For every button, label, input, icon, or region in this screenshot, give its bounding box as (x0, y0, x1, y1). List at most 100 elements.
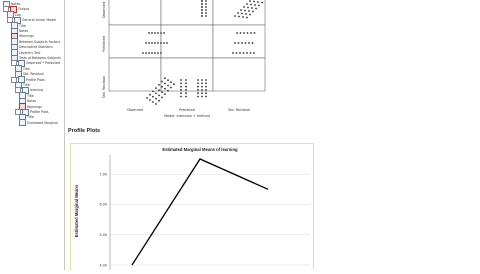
matrix-point (145, 42, 147, 44)
matrix-cell (160, 24, 214, 59)
matrix-cell (212, 0, 266, 26)
matrix-point (254, 4, 256, 6)
matrix-point (197, 79, 199, 81)
matrix-point (185, 92, 187, 95)
matrix-point (246, 16, 248, 19)
matrix-cell (160, 57, 214, 92)
matrix-point (180, 92, 182, 95)
matrix-point (160, 42, 162, 44)
matrix-point (151, 42, 153, 44)
matrix-point (205, 12, 207, 14)
matrix-point (161, 80, 163, 83)
matrix-point (148, 42, 150, 44)
matrix-point (249, 0, 251, 2)
matrix-row-label: Predicted (102, 36, 106, 52)
matrix-point (205, 85, 207, 88)
chart-title: Estimated Marginal Means of learning (162, 147, 238, 152)
matrix-point (205, 92, 207, 95)
matrix-row-label: Std. Residual (102, 76, 106, 98)
matrix-point (239, 32, 242, 34)
y-tick-label: 7.00 (99, 172, 107, 176)
matrix-point (201, 6, 203, 8)
matrix-point (244, 42, 247, 44)
matrix-point (234, 42, 236, 44)
matrix-point (242, 16, 244, 18)
matrix-point (185, 82, 187, 85)
matrix-point (205, 95, 207, 98)
matrix-point (253, 52, 255, 54)
matrix-point (148, 32, 150, 34)
matrix-point (201, 82, 203, 85)
matrix-point (167, 89, 169, 92)
matrix-point (185, 89, 187, 91)
matrix-point (152, 90, 154, 93)
matrix-point (197, 82, 199, 85)
y-axis-label: Estimated Marginal Means (74, 184, 79, 237)
matrix-point (250, 3, 252, 6)
matrix-point (232, 52, 234, 54)
matrix-point (258, 4, 260, 7)
matrix-point (246, 3, 248, 5)
matrix-point (246, 32, 249, 34)
matrix-point (247, 6, 249, 9)
matrix-point (163, 32, 165, 34)
y-tick-label: 4.00 (99, 263, 107, 267)
matrix-point (238, 15, 240, 18)
matrix-point (152, 101, 154, 103)
matrix-point (164, 82, 166, 85)
matrix-point (201, 12, 203, 14)
matrix-point (170, 86, 172, 89)
matrix-point (155, 103, 157, 105)
matrix-point (157, 52, 159, 54)
matrix-point (236, 32, 238, 34)
matrix-point (157, 42, 159, 44)
matrix-point (197, 85, 199, 88)
estimated-means-chart[interactable]: Estimated Marginal Means of learning 4.00… (70, 143, 314, 274)
matrix-point (185, 85, 187, 88)
tree-item[interactable]: Estimated Marginal (19, 119, 58, 127)
matrix-point (235, 52, 238, 54)
matrix-point (239, 52, 241, 54)
matrix-point (180, 82, 182, 85)
matrix-point (253, 32, 256, 34)
matrix-point (243, 32, 245, 34)
matrix-point (205, 0, 207, 2)
matrix-point (201, 0, 203, 2)
matrix-point (241, 42, 243, 44)
matrix-point (205, 9, 207, 11)
matrix-point (201, 95, 203, 98)
tree-item-label: Observed * Predicted (26, 61, 60, 66)
tree-item-label: General Linear Model (22, 18, 57, 23)
matrix-point (245, 13, 247, 15)
matrix-point (240, 9, 242, 11)
matrix-point (154, 52, 156, 54)
matrix-point (237, 42, 240, 44)
matrix-col-label: Std. Residual (228, 108, 250, 112)
matrix-row-label: Observed (102, 2, 106, 18)
matrix-point (151, 52, 153, 54)
chart-icon (19, 119, 26, 127)
matrix-point (161, 85, 163, 88)
matrix-point (151, 32, 153, 34)
matrix-point (205, 3, 207, 5)
matrix-point (164, 87, 166, 90)
matrix-point (242, 52, 245, 54)
matrix-point (248, 42, 250, 44)
matrix-point (201, 85, 203, 88)
matrix-point (166, 42, 168, 44)
matrix-point (154, 32, 156, 34)
matrix-col-label: Observed (127, 108, 143, 112)
matrix-point (249, 52, 252, 54)
matrix-point (146, 97, 148, 99)
matrix-point (149, 93, 151, 96)
matrix-point (197, 95, 199, 98)
chart-frame (70, 143, 314, 274)
matrix-point (180, 79, 182, 81)
matrix-point (155, 92, 157, 95)
matrix-point (243, 6, 245, 8)
matrix-point (205, 82, 207, 85)
matrix-point (201, 15, 203, 17)
matrix-point (145, 52, 147, 54)
matrix-point (261, 1, 263, 4)
matrix-point (157, 32, 159, 34)
